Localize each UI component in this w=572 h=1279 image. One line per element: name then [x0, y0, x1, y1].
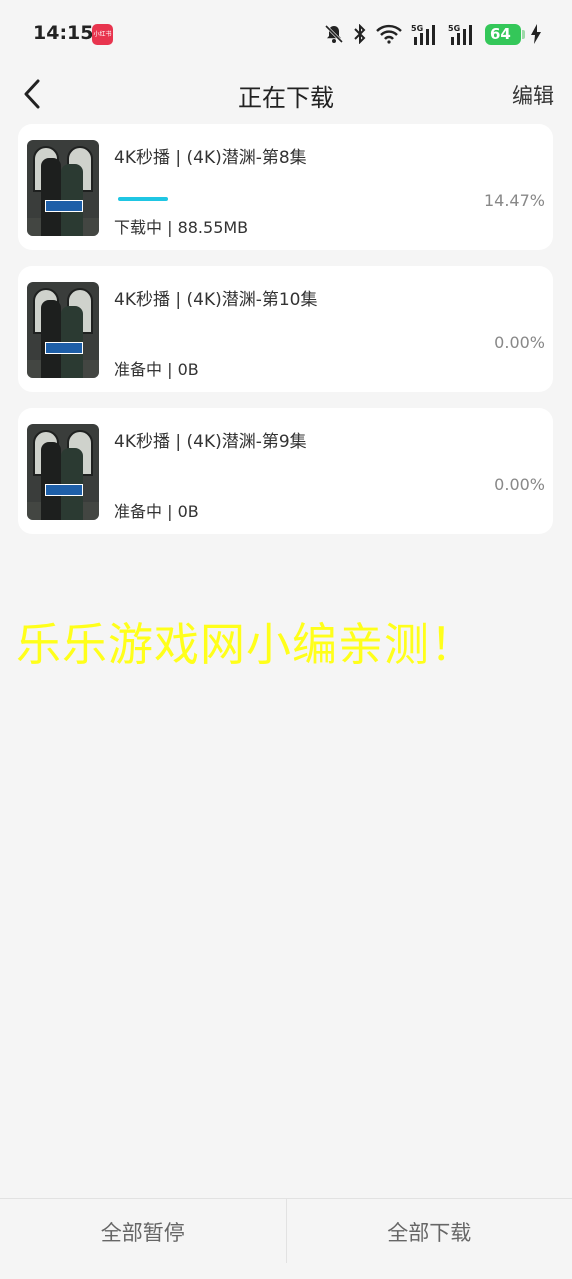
- 5g-signal-icon: 5G: [411, 23, 439, 45]
- watermark-text: 乐乐游戏网小编亲测！: [16, 618, 477, 671]
- video-thumbnail: [27, 140, 99, 236]
- bluetooth-icon: [353, 24, 367, 44]
- download-item[interactable]: 4K秒播 | (4K)潜渊-第9集 0.00% 准备中 | 0B: [18, 408, 553, 534]
- battery-icon: 64: [485, 23, 525, 45]
- status-time: 14:15: [33, 22, 94, 44]
- item-percent: 0.00%: [494, 333, 545, 352]
- progress-fill: [118, 197, 168, 201]
- download-all-button[interactable]: 全部下载: [287, 1199, 572, 1279]
- status-bar: 14:15 小红书 5G 5G 64: [0, 0, 572, 66]
- item-title: 4K秒播 | (4K)潜渊-第10集: [114, 290, 318, 310]
- svg-text:5G: 5G: [411, 24, 423, 33]
- download-list: 4K秒播 | (4K)潜渊-第8集 14.47% 下载中 | 88.55MB 4…: [18, 124, 553, 550]
- download-item[interactable]: 4K秒播 | (4K)潜渊-第10集 0.00% 准备中 | 0B: [18, 266, 553, 392]
- 5g-signal-icon: 5G: [448, 23, 476, 45]
- edit-button[interactable]: 编辑: [512, 80, 554, 110]
- app-notification-icon: 小红书: [92, 24, 113, 45]
- mute-bell-icon: [324, 24, 344, 44]
- item-title: 4K秒播 | (4K)潜渊-第9集: [114, 432, 307, 452]
- item-percent: 14.47%: [483, 191, 545, 210]
- item-status: 下载中 | 88.55MB: [114, 218, 249, 237]
- item-status: 准备中 | 0B: [114, 502, 199, 521]
- status-icons: 5G 5G 64: [324, 20, 542, 48]
- pause-all-button[interactable]: 全部暂停: [0, 1199, 286, 1279]
- item-status: 准备中 | 0B: [114, 360, 199, 379]
- bottom-action-bar: 全部暂停 全部下载: [0, 1198, 572, 1279]
- header: 正在下载 编辑: [0, 66, 572, 122]
- video-thumbnail: [27, 424, 99, 520]
- download-item[interactable]: 4K秒播 | (4K)潜渊-第8集 14.47% 下载中 | 88.55MB: [18, 124, 553, 250]
- wifi-icon: [376, 24, 402, 44]
- page-title: 正在下载: [238, 84, 334, 112]
- item-percent: 0.00%: [494, 475, 545, 494]
- progress-bar: [118, 197, 168, 201]
- charging-icon: [530, 24, 542, 44]
- svg-text:5G: 5G: [448, 24, 460, 33]
- video-thumbnail: [27, 282, 99, 378]
- item-title: 4K秒播 | (4K)潜渊-第8集: [114, 148, 307, 168]
